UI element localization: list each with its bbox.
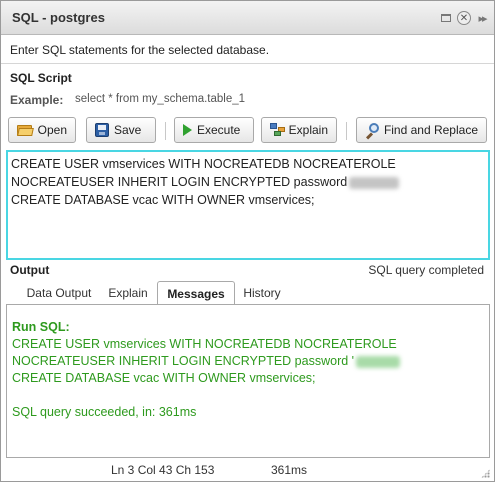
- save-button[interactable]: Save: [86, 117, 156, 143]
- execution-time: 361ms: [271, 463, 308, 477]
- resize-grip-icon[interactable]: [481, 469, 490, 478]
- window-title: SQL - postgres: [12, 10, 105, 25]
- editor-line-text: NOCREATEUSER INHERIT LOGIN ENCRYPTED pas…: [11, 175, 348, 189]
- message-line: CREATE USER vmservices WITH NOCREATEDB N…: [12, 337, 397, 351]
- toolbar: Open Save Execute Explain Find and Repla…: [1, 117, 494, 145]
- editor-line: CREATE DATABASE vcac WITH OWNER vmservic…: [11, 191, 485, 209]
- find-and-replace-button[interactable]: Find and Replace: [356, 117, 487, 143]
- editor-line-text: CREATE USER vmservices WITH NOCREATEDB N…: [11, 157, 396, 171]
- tab-data-output[interactable]: Data Output: [19, 281, 99, 305]
- cursor-position: Ln 3 Col 43 Ch 153: [111, 463, 215, 477]
- redacted-password: [349, 176, 400, 189]
- restore-icon[interactable]: [439, 11, 453, 25]
- folder-icon: [17, 123, 34, 137]
- example-label: Example:: [10, 93, 64, 107]
- tab-explain[interactable]: Explain: [101, 281, 155, 305]
- message-line: CREATE DATABASE vcac WITH OWNER vmservic…: [12, 371, 316, 385]
- sql-editor[interactable]: CREATE USER vmservices WITH NOCREATEDB N…: [6, 150, 490, 260]
- play-icon: [183, 124, 192, 136]
- output-status: SQL query completed: [368, 263, 484, 277]
- toolbar-separator: [346, 122, 347, 140]
- redacted-password: [356, 355, 401, 368]
- run-sql-label: Run SQL:: [12, 320, 70, 334]
- divider: [1, 63, 494, 64]
- output-tabs: Data Output Explain Messages History: [9, 281, 489, 306]
- query-result: SQL query succeeded, in: 361ms: [12, 405, 197, 419]
- find-and-replace-label: Find and Replace: [383, 123, 478, 137]
- explain-plan-icon: [270, 123, 285, 137]
- open-button-label: Open: [37, 123, 67, 137]
- execute-button-label: Execute: [197, 123, 241, 137]
- explain-button[interactable]: Explain: [261, 117, 337, 143]
- example-text: select * from my_schema.table_1: [75, 93, 246, 105]
- window-description: Enter SQL statements for the selected da…: [10, 43, 270, 57]
- editor-line: NOCREATEUSER INHERIT LOGIN ENCRYPTED pas…: [11, 173, 485, 191]
- output-heading: Output: [10, 263, 50, 277]
- close-icon[interactable]: ✕: [457, 11, 471, 25]
- status-bar: Ln 3 Col 43 Ch 153 361ms: [1, 461, 494, 481]
- message-line: NOCREATEUSER INHERIT LOGIN ENCRYPTED pas…: [12, 353, 484, 370]
- editor-line-text: CREATE DATABASE vcac WITH OWNER vmservic…: [11, 193, 315, 207]
- open-button[interactable]: Open: [8, 117, 76, 143]
- message-line-text: NOCREATEUSER INHERIT LOGIN ENCRYPTED pas…: [12, 354, 355, 368]
- floppy-disk-icon: [95, 123, 109, 137]
- save-button-label: Save: [114, 123, 142, 137]
- explain-button-label: Explain: [288, 123, 328, 137]
- sql-window: SQL - postgres ✕ ▸▸ Enter SQL statements…: [0, 0, 495, 482]
- editor-line: CREATE USER vmservices WITH NOCREATEDB N…: [11, 155, 485, 173]
- tab-history[interactable]: History: [237, 281, 287, 305]
- tab-messages[interactable]: Messages: [157, 281, 235, 306]
- more-icon[interactable]: ▸▸: [475, 11, 489, 25]
- toolbar-separator: [165, 122, 166, 140]
- sql-script-heading: SQL Script: [10, 71, 72, 85]
- execute-button[interactable]: Execute: [174, 117, 254, 143]
- title-bar[interactable]: SQL - postgres ✕ ▸▸: [1, 1, 494, 35]
- messages-panel[interactable]: Run SQL: CREATE USER vmservices WITH NOC…: [6, 304, 490, 458]
- magnifier-icon: [365, 122, 379, 140]
